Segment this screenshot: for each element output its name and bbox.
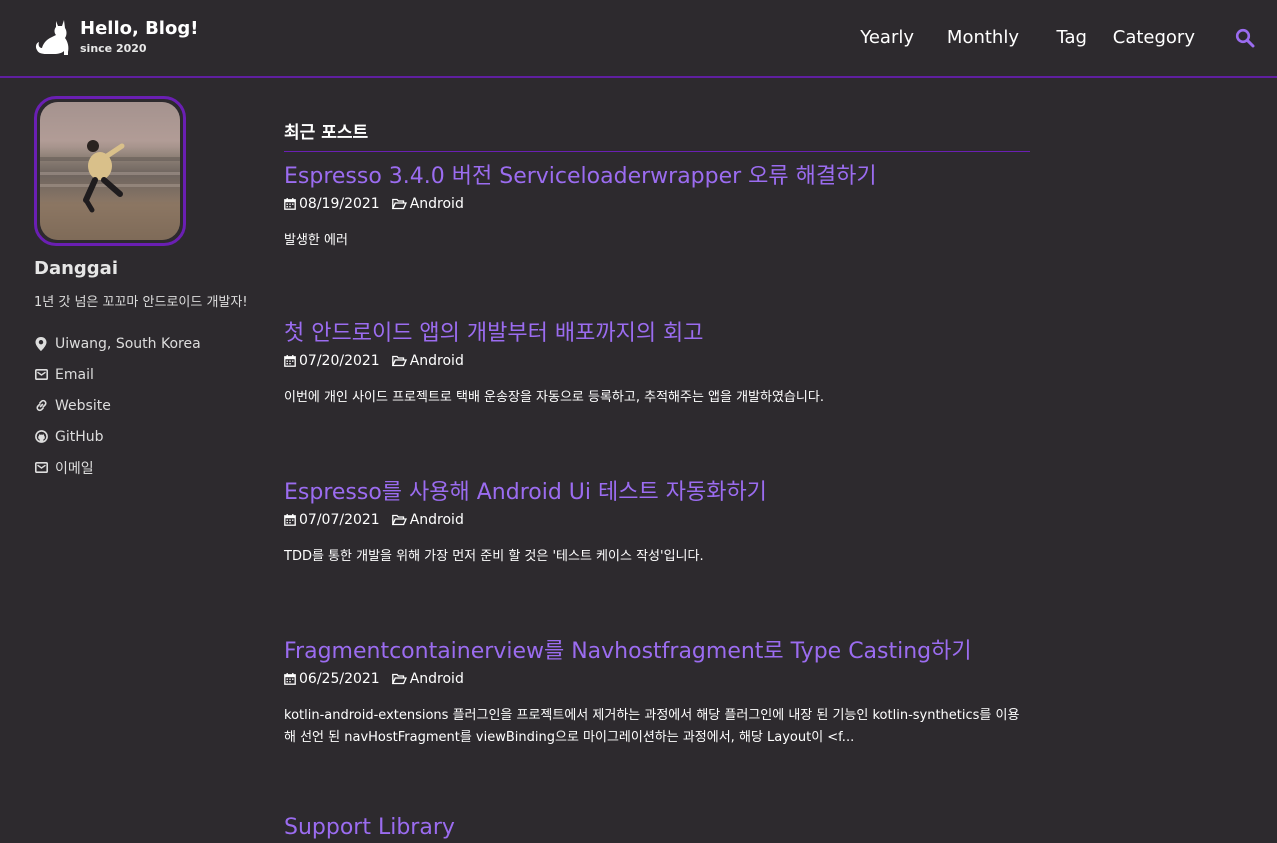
post-category-link[interactable]: Android <box>410 196 464 212</box>
author-email-label[interactable]: Email <box>55 367 94 383</box>
nav-monthly[interactable]: Monthly <box>947 26 1019 50</box>
post-title-link[interactable]: Espresso를 사용해 Android Ui 테스트 자동화하기 <box>284 478 1030 508</box>
author-bio: 1년 갓 넘은 꼬꼬마 안드로이드 개발자! <box>34 295 248 310</box>
post-date: 07/20/2021 <box>299 353 380 369</box>
folder-open-icon <box>391 514 407 526</box>
envelope-icon <box>34 368 48 382</box>
nav-tag[interactable]: Tag <box>1057 26 1087 50</box>
nav-yearly[interactable]: Yearly <box>860 26 914 50</box>
post-title-link[interactable]: 첫 안드로이드 앱의 개발부터 배포까지의 회고 <box>284 319 1030 349</box>
post-date: 06/25/2021 <box>299 671 380 687</box>
folder-open-icon <box>391 355 407 367</box>
avatar <box>34 96 186 246</box>
envelope-icon <box>34 461 48 475</box>
site-brand[interactable]: Hello, Blog! since 2020 <box>34 17 198 57</box>
author-name: Danggai <box>34 258 118 279</box>
post-meta: 08/19/2021 Android <box>284 194 1030 214</box>
list-item: Support Library <box>284 813 1030 843</box>
search-icon[interactable] <box>1235 28 1255 48</box>
author-location: Uiwang, South Korea <box>34 328 274 359</box>
post-excerpt: TDD를 통한 개발을 위해 가장 먼저 준비 할 것은 '테스트 케이스 작성… <box>284 549 704 564</box>
author-email-link[interactable]: Email <box>34 359 274 390</box>
post-title-link[interactable]: Fragmentcontainerview를 Navhostfragment로 … <box>284 637 1030 667</box>
site-subtitle: since 2020 <box>80 42 147 55</box>
author-email-kr-link[interactable]: 이메일 <box>34 452 274 483</box>
post-meta: 07/07/2021 Android <box>284 510 1030 530</box>
calendar-icon <box>284 673 296 685</box>
folder-open-icon <box>391 198 407 210</box>
avatar-photo <box>40 102 180 240</box>
cat-logo-icon <box>35 20 69 55</box>
github-icon <box>34 430 48 444</box>
folder-open-icon <box>391 673 407 685</box>
post-category-link[interactable]: Android <box>410 512 464 528</box>
calendar-icon <box>284 514 296 526</box>
post-excerpt: 발생한 에러 <box>284 233 348 248</box>
post-meta: 06/25/2021 Android <box>284 669 1030 689</box>
map-marker-icon <box>34 336 48 351</box>
author-location-label: Uiwang, South Korea <box>55 335 201 352</box>
calendar-icon <box>284 198 296 210</box>
nav-category[interactable]: Category <box>1113 26 1195 50</box>
calendar-icon <box>284 355 296 367</box>
site-title: Hello, Blog! <box>80 18 199 39</box>
post-meta: 07/20/2021 Android <box>284 351 1030 371</box>
list-item: Espresso를 사용해 Android Ui 테스트 자동화하기 07/07… <box>284 478 1030 568</box>
author-github-label[interactable]: GitHub <box>55 429 104 445</box>
post-date: 08/19/2021 <box>299 196 380 212</box>
recent-posts: 최근 포스트 Espresso 3.4.0 버전 Serviceloaderwr… <box>284 118 1030 843</box>
post-category-link[interactable]: Android <box>410 353 464 369</box>
list-item: Espresso 3.4.0 버전 Serviceloaderwrapper 오… <box>284 162 1030 252</box>
link-icon <box>34 399 48 413</box>
post-title-link[interactable]: Espresso 3.4.0 버전 Serviceloaderwrapper 오… <box>284 162 1030 192</box>
site-header: Hello, Blog! since 2020 Yearly Monthly T… <box>0 0 1277 78</box>
post-date: 07/07/2021 <box>299 512 380 528</box>
post-title-link[interactable]: Support Library <box>284 813 1030 843</box>
author-sidebar: Danggai 1년 갓 넘은 꼬꼬마 안드로이드 개발자! Uiwang, S… <box>34 96 274 483</box>
section-title: 최근 포스트 <box>284 118 1030 152</box>
author-email-kr-label[interactable]: 이메일 <box>55 458 94 478</box>
post-excerpt: 이번에 개인 사이드 프로젝트로 택배 운송장을 자동으로 등록하고, 추적해주… <box>284 390 824 405</box>
list-item: Fragmentcontainerview를 Navhostfragment로 … <box>284 637 1030 749</box>
author-website-link[interactable]: Website <box>34 390 274 421</box>
author-github-link[interactable]: GitHub <box>34 421 274 452</box>
post-category-link[interactable]: Android <box>410 671 464 687</box>
post-excerpt: kotlin-android-extensions 플러그인을 프로젝트에서 제… <box>284 708 1020 745</box>
author-links: Uiwang, South Korea Email Website GitHub… <box>34 328 274 483</box>
list-item: 첫 안드로이드 앱의 개발부터 배포까지의 회고 07/20/2021 Andr… <box>284 319 1030 409</box>
author-website-label[interactable]: Website <box>55 398 111 414</box>
